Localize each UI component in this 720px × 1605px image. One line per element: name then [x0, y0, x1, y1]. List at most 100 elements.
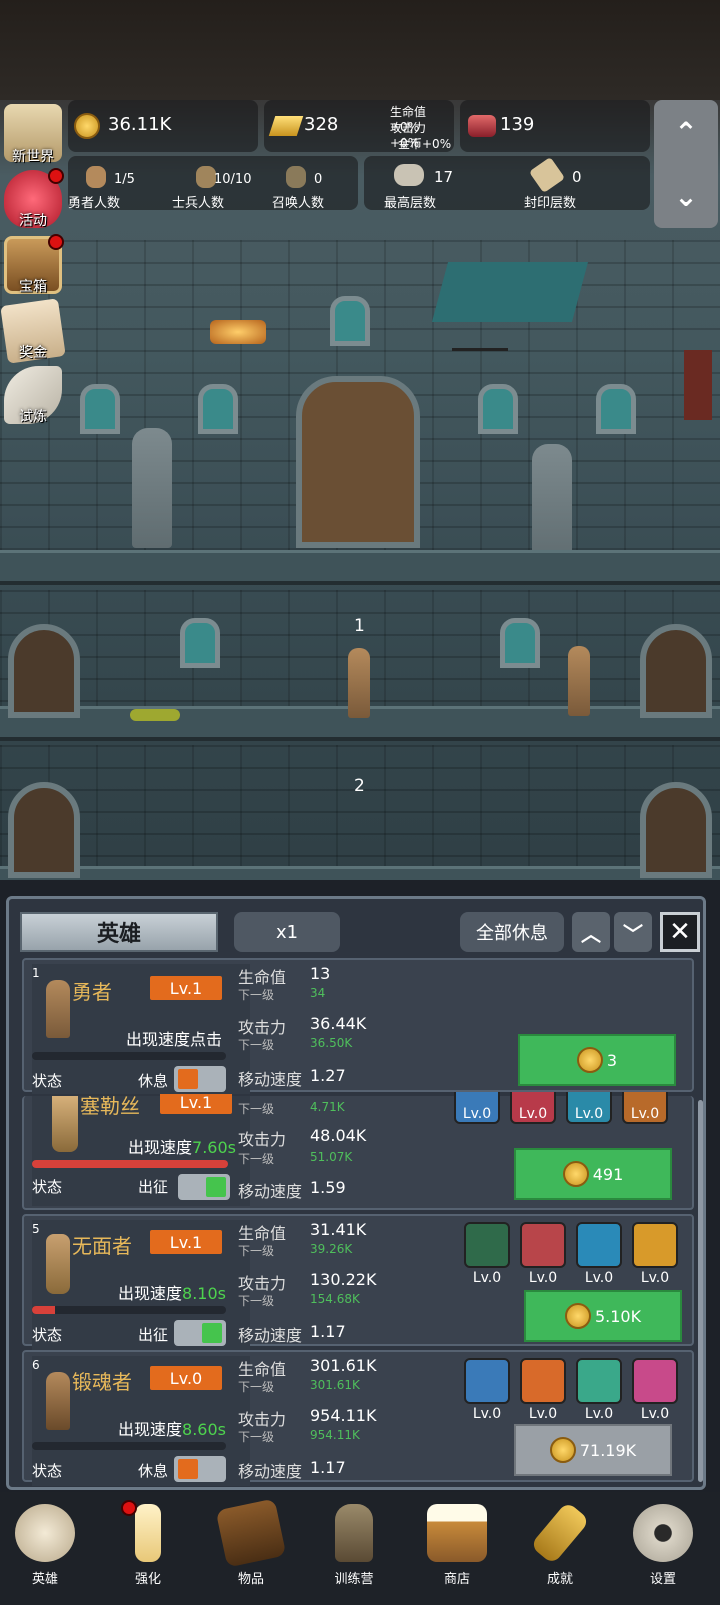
collapse-up-button[interactable]: ︿ [572, 912, 610, 952]
castle-window [596, 384, 636, 434]
equip-slot-weapon[interactable] [520, 1222, 566, 1268]
floor-number: 1 [354, 616, 365, 636]
scroll-up-button[interactable]: ⌃ [654, 100, 718, 164]
upgrade-button[interactable]: 5.10K [524, 1290, 682, 1342]
nav-hero[interactable]: 英雄 [0, 1500, 90, 1590]
equip-slot-armor[interactable] [464, 1222, 510, 1268]
side-menu-label: 奖金 [19, 345, 47, 361]
move-speed-value: 1.59 [310, 1178, 346, 1197]
equip-slot-hammer[interactable] [576, 1358, 622, 1404]
equip-slot-boots[interactable] [576, 1222, 622, 1268]
state-toggle[interactable] [174, 1456, 226, 1482]
chandelier-lit [210, 320, 266, 344]
nav-upgrade[interactable]: 强化 [103, 1500, 193, 1590]
hero-sprite[interactable] [568, 646, 590, 716]
gold-value: 36.11K [108, 114, 172, 135]
hero-name: 塞勒丝 [80, 1094, 140, 1118]
notification-dot [121, 1500, 137, 1516]
stone-icon [394, 164, 424, 186]
floor-ledge [0, 866, 720, 880]
gold-bonus: 金币+0% [398, 137, 452, 151]
gold-coin-icon [564, 1303, 591, 1329]
close-icon: ✕ [669, 917, 691, 947]
hero-name: 锻魂者 [72, 1370, 132, 1394]
move-speed-value: 1.17 [310, 1322, 346, 1341]
meat-icon [468, 115, 496, 137]
speed-toggle-button[interactable]: x1 [234, 912, 340, 952]
atk-next-value: 36.50K [310, 1036, 353, 1050]
toggle-knob [202, 1323, 222, 1343]
hero-count-label: 勇者人数 [68, 196, 121, 211]
hero-sprite[interactable] [348, 648, 370, 718]
hp-value: 13 [310, 964, 331, 983]
nav-label: 成就 [546, 1572, 573, 1587]
hero-level-badge: Lv.1 [150, 1230, 222, 1254]
nav-settings[interactable]: 设置 [618, 1500, 708, 1590]
hp-value: 301.61K [310, 1356, 377, 1375]
summon-count-label: 召唤人数 [272, 196, 325, 211]
hero-card: 1 勇者 Lv.1 出现速度点击 状态 休息 生命值 13 下一级 34 攻击力… [22, 958, 694, 1094]
nav-label: 英雄 [31, 1572, 58, 1587]
wall-crack [431, 262, 589, 322]
nav-shop[interactable]: 商店 [412, 1500, 502, 1590]
hero-figure [52, 1096, 78, 1152]
move-speed-label: 移动速度 [238, 1326, 303, 1345]
equip-slot-weapon[interactable] [520, 1358, 566, 1404]
equip-slot-armor[interactable] [464, 1358, 510, 1404]
spawn-speed: 出现速度8.10s [118, 1284, 226, 1303]
state-toggle[interactable] [174, 1066, 226, 1092]
knight-statue [132, 428, 172, 548]
state-toggle[interactable] [178, 1174, 230, 1200]
nav-items[interactable]: 物品 [206, 1498, 296, 1590]
soldier-count: 10/10 [214, 172, 252, 187]
spawn-speed-value: 8.60s [182, 1420, 226, 1439]
close-button[interactable]: ✕ [660, 912, 700, 952]
atk-value: 954.11K [310, 1406, 377, 1425]
hp-next-value: 4.71K [310, 1100, 345, 1114]
equip-slot-boots[interactable] [632, 1358, 678, 1404]
candle-icon [135, 1504, 161, 1562]
scroll-down-button[interactable]: ⌄ [654, 164, 718, 228]
nav-training[interactable]: 训练营 [309, 1500, 399, 1590]
spawn-progress-fill [32, 1306, 56, 1314]
chevron-up-icon: ︿ [581, 921, 601, 946]
floor-door [8, 782, 80, 878]
upgrade-button[interactable]: 3 [518, 1034, 676, 1086]
nav-achievements[interactable]: 成就 [515, 1500, 605, 1590]
castle-window [198, 384, 238, 434]
meat-value: 139 [500, 114, 535, 135]
rest-all-button[interactable]: 全部休息 [460, 912, 564, 952]
gold-coin-icon [576, 1047, 603, 1073]
atk-next-label: 下一级 [238, 1152, 275, 1166]
castle-window [180, 618, 220, 668]
spawn-progress-bar [32, 1160, 228, 1168]
hero-level-badge: Lv.1 [150, 976, 222, 1000]
gold-bar-panel: 328 生命值+0% 攻击力+0% 金币+0% [264, 100, 454, 152]
side-menu-label: 试炼 [19, 409, 47, 425]
max-floor-label: 最高层数 [384, 196, 437, 211]
spawn-progress-bar [32, 1306, 226, 1314]
notification-dot [48, 168, 64, 184]
hp-label: 生命值 [238, 1224, 287, 1243]
hero-level-badge: Lv.0 [150, 1366, 222, 1390]
atk-value: 48.04K [310, 1126, 367, 1145]
tab-hero[interactable]: 英雄 [20, 912, 218, 952]
hero-index: 6 [32, 1358, 40, 1372]
hero-index: 1 [32, 966, 40, 980]
seal-floor-label: 封印层数 [524, 196, 577, 211]
upgrade-button[interactable]: 71.19K [514, 1424, 672, 1476]
state-toggle[interactable] [174, 1320, 226, 1346]
collapse-down-button[interactable]: ﹀ [614, 912, 652, 952]
equip-level: Lv.0 [584, 1270, 614, 1286]
hp-next-label: 下一级 [238, 1102, 275, 1116]
soldier-head-icon [196, 166, 216, 188]
hp-next-label: 下一级 [238, 1244, 275, 1258]
hero-figure [46, 1234, 70, 1294]
wall-banner [684, 350, 712, 420]
upgrade-button[interactable]: 491 [514, 1148, 672, 1200]
spawn-speed: 出现速度7.60s [128, 1138, 236, 1157]
list-scrollbar[interactable] [698, 1100, 703, 1482]
equip-slot-helmet[interactable] [632, 1222, 678, 1268]
state-label: 状态 [32, 1462, 63, 1480]
chandelier [452, 330, 508, 351]
